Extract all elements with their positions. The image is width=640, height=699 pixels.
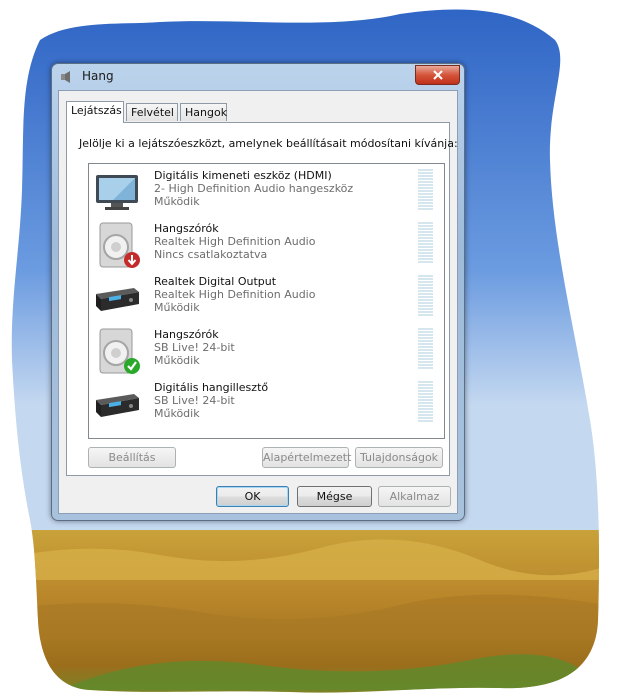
cancel-button[interactable]: Mégse [297,486,372,507]
title-bar[interactable]: Hang [52,64,464,90]
volume-meter [418,169,433,211]
set-default-button[interactable]: Alapértelmezett [262,447,351,468]
speaker-small-icon [61,71,70,83]
list-item-device[interactable]: Hangszórók SB Live! 24-bit Működik [89,324,444,377]
sound-dialog: Hang Lejátszás Felvétel Hangok Jelölje k… [51,63,465,521]
tab-playback[interactable]: Lejátszás [66,101,124,123]
monitor-icon [96,175,138,210]
instruction-text: Jelölje ki a lejátszóeszközt, amelynek b… [79,137,458,150]
device-status: Nincs csatlakoztatva [154,248,268,261]
device-description: SB Live! 24-bit [154,394,235,407]
device-list[interactable]: Digitális kimeneti eszköz (HDMI) 2- High… [88,163,445,439]
device-description: SB Live! 24-bit [154,341,235,354]
device-status: Működik [154,195,200,208]
device-status: Működik [154,354,200,367]
device-description: 2- High Definition Audio hangeszköz [154,182,354,195]
device-name: Hangszórók [154,328,219,341]
list-item-device[interactable]: Digitális hangillesztő SB Live! 24-bit M… [89,377,444,430]
digital-output-icon [96,288,139,311]
device-status: Működik [154,407,200,420]
close-icon [432,70,443,80]
list-item-device[interactable]: Realtek Digital Output Realtek High Defi… [89,271,444,324]
apply-button[interactable]: Alkalmaz [378,486,451,507]
device-description: Realtek High Definition Audio [154,235,316,248]
configure-button[interactable]: Beállítás [88,447,176,468]
playback-panel: Jelölje ki a lejátszóeszközt, amelynek b… [66,122,458,476]
window-title: Hang [82,69,114,83]
ok-button[interactable]: OK [216,486,289,507]
volume-meter [418,381,433,423]
properties-button[interactable]: Tulajdonságok [355,447,443,468]
volume-meter [418,275,433,317]
device-name: Digitális kimeneti eszköz (HDMI) [154,169,332,182]
speaker-icon [99,222,140,268]
device-name: Digitális hangillesztő [154,381,269,394]
dialog-client-area: Lejátszás Felvétel Hangok Jelölje ki a l… [58,90,458,514]
list-item-device[interactable]: Hangszórók Realtek High Definition Audio… [89,218,444,271]
device-name: Realtek Digital Output [154,275,277,288]
device-name: Hangszórók [154,222,219,235]
digital-output-icon [96,394,139,417]
device-description: Realtek High Definition Audio [154,288,316,301]
close-button[interactable] [415,65,460,85]
volume-meter [418,222,433,264]
speaker-icon [99,328,140,374]
device-status: Működik [154,301,200,314]
volume-meter [418,328,433,370]
tab-sounds[interactable]: Hangok [180,103,227,121]
list-item-device[interactable]: Digitális kimeneti eszköz (HDMI) 2- High… [89,165,444,218]
tab-recording[interactable]: Felvétel [126,103,178,121]
